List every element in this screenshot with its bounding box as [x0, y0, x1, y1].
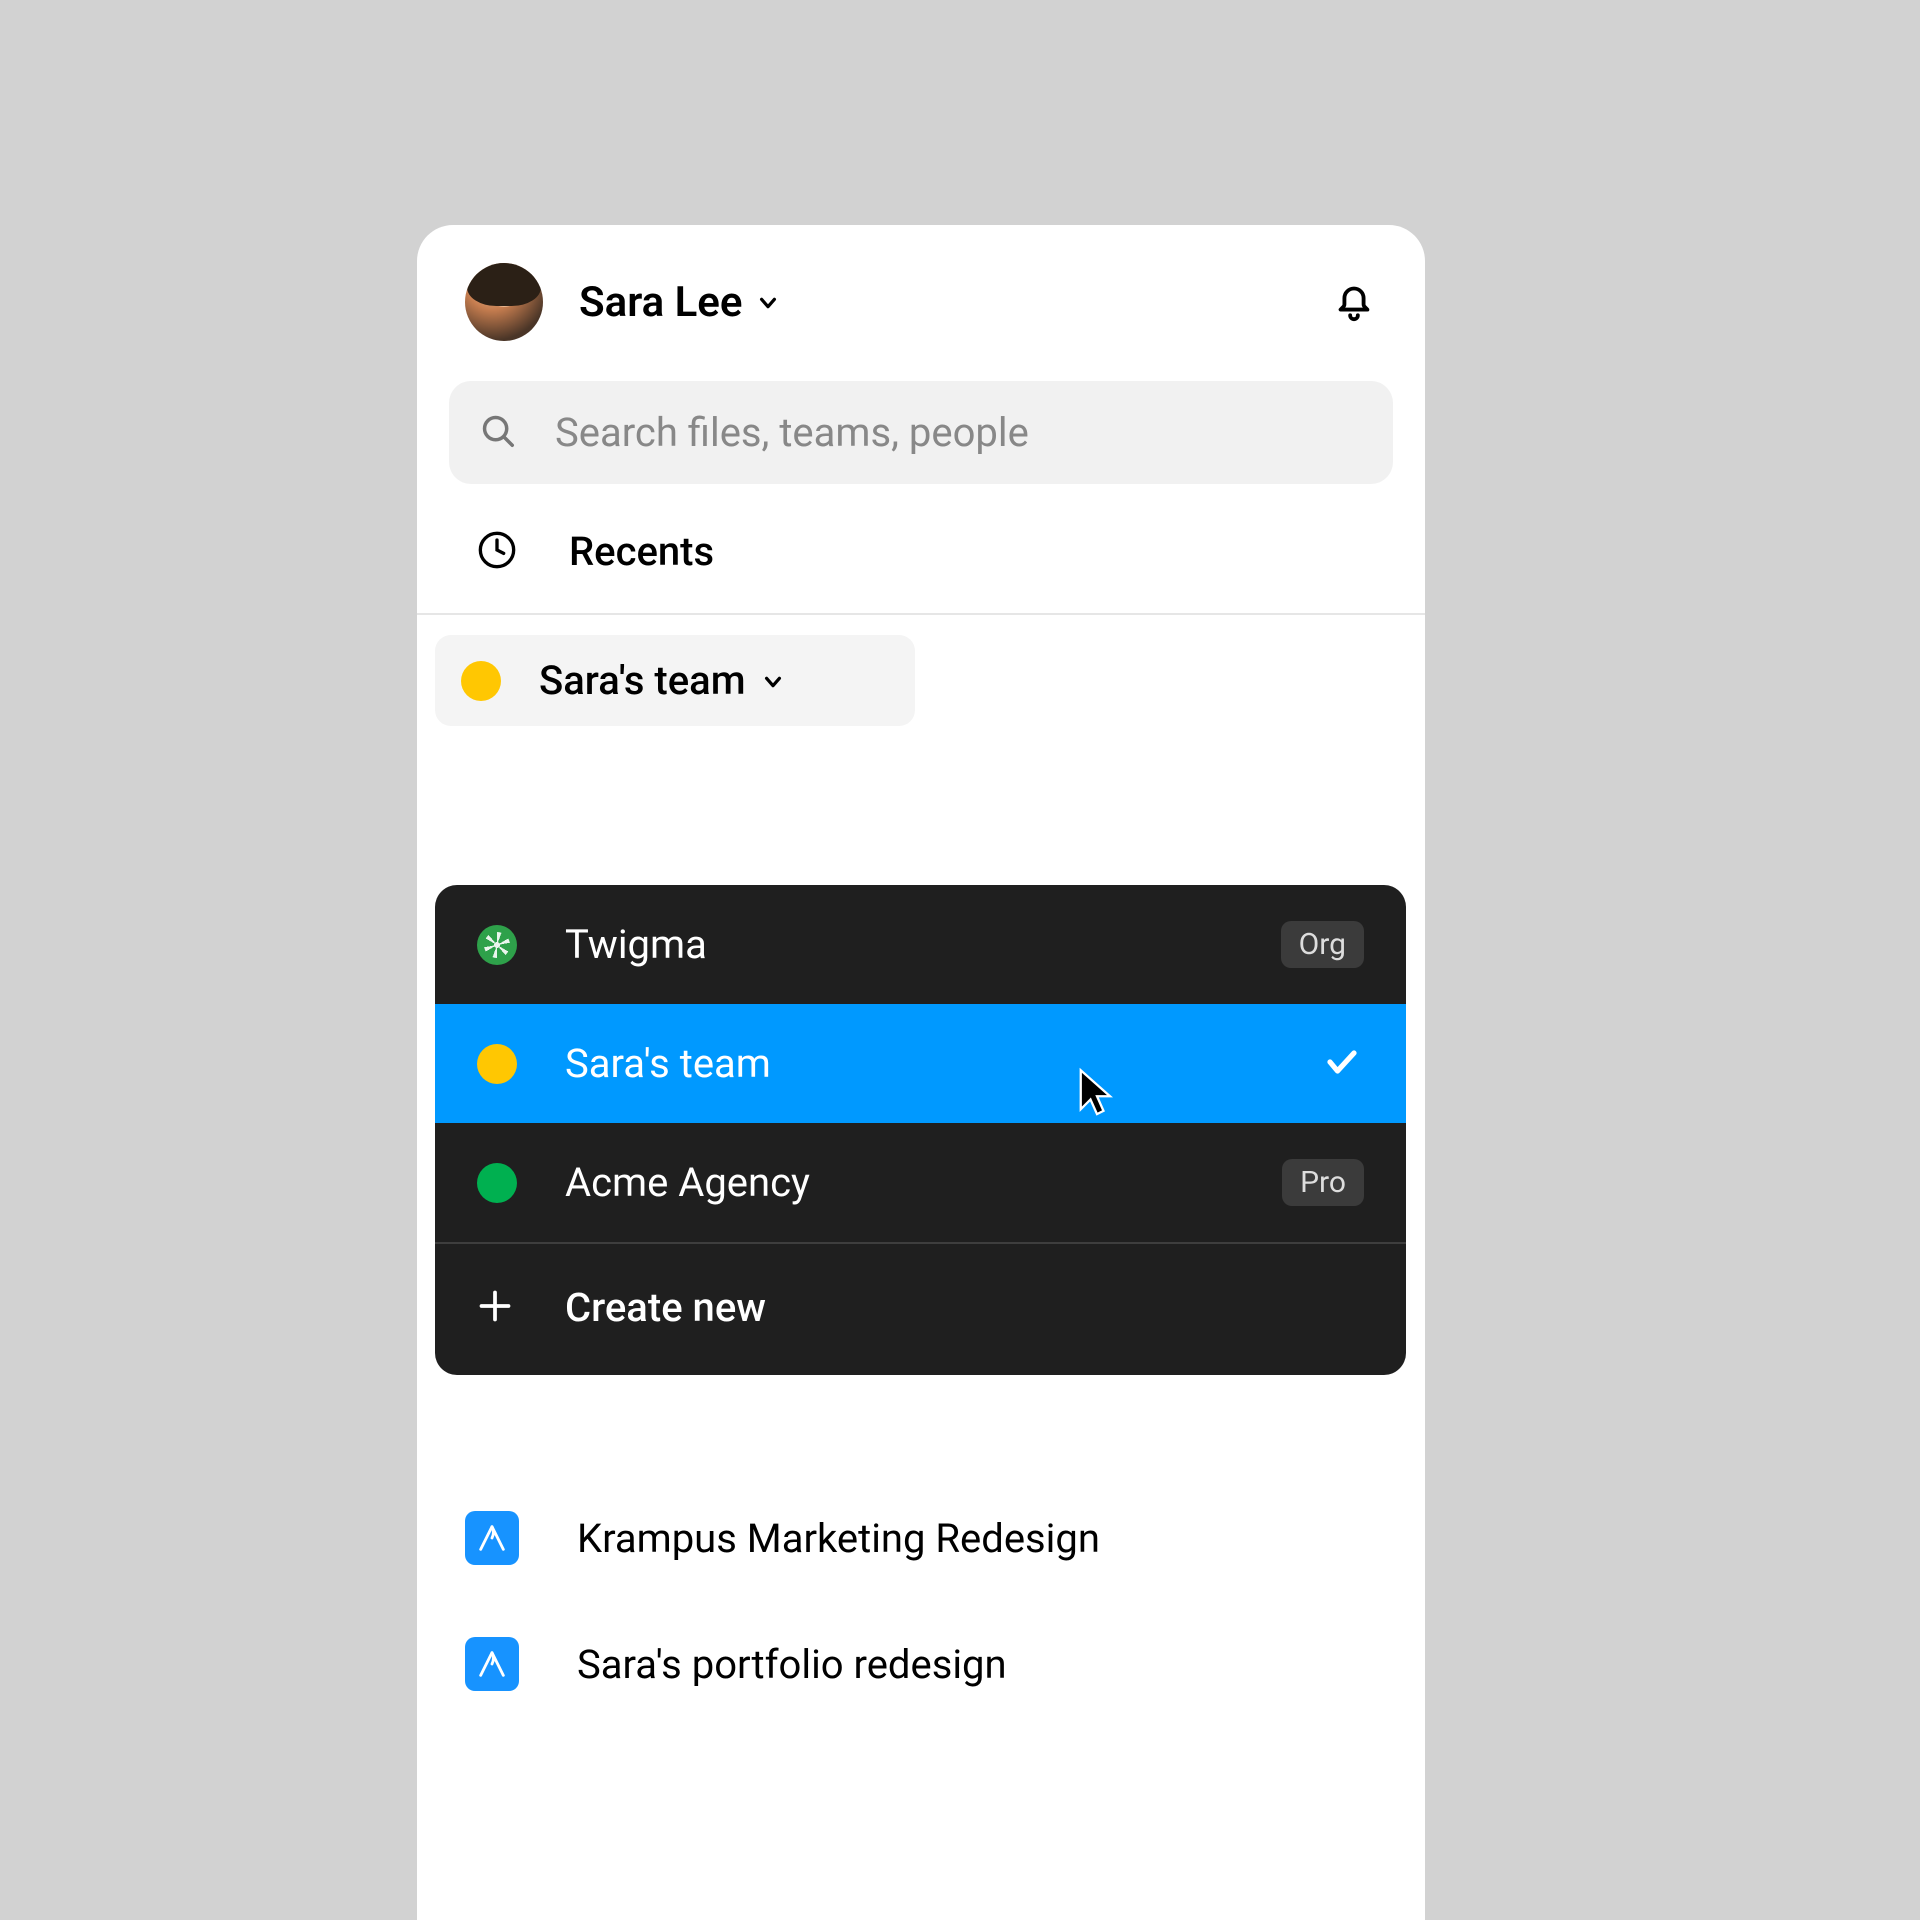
plan-badge: Pro: [1282, 1159, 1364, 1206]
divider: [417, 613, 1425, 615]
file-label: Krampus Marketing Redesign: [577, 1515, 1100, 1562]
search-bar[interactable]: [449, 381, 1393, 484]
recents-label: Recents: [569, 528, 714, 575]
team-color-dot: [477, 1044, 517, 1084]
team-selector[interactable]: Sara's team: [435, 635, 915, 726]
search-input[interactable]: [555, 409, 1363, 456]
team-option-label: Sara's team: [565, 1040, 1324, 1087]
create-new-team[interactable]: Create new: [435, 1244, 1406, 1375]
team-option-label: Twigma: [565, 921, 1281, 968]
create-new-label: Create new: [565, 1284, 766, 1331]
team-option-label: Acme Agency: [565, 1159, 1282, 1206]
notifications-bell-icon[interactable]: [1331, 277, 1377, 327]
nav-recents[interactable]: Recents: [417, 484, 1425, 613]
user-avatar[interactable]: [465, 263, 543, 341]
search-icon: [479, 412, 517, 454]
sidebar-panel: Sara Lee Recents Sara's team: [417, 225, 1425, 1920]
design-file-icon: [465, 1637, 519, 1691]
team-color-dot: [477, 1163, 517, 1203]
team-color-dot: [461, 661, 501, 701]
file-item[interactable]: Krampus Marketing Redesign: [465, 1511, 1100, 1565]
chevron-down-icon[interactable]: [743, 286, 779, 318]
file-item[interactable]: Sara's portfolio redesign: [465, 1637, 1007, 1691]
design-file-icon: [465, 1511, 519, 1565]
chevron-down-icon: [746, 665, 784, 697]
file-label: Sara's portfolio redesign: [577, 1641, 1007, 1688]
plus-icon: [477, 1288, 513, 1328]
team-dropdown: Twigma Org Sara's team Acme Agency Pro C…: [435, 885, 1406, 1375]
team-icon-twigma: [477, 925, 517, 965]
team-option-acme-agency[interactable]: Acme Agency Pro: [435, 1123, 1406, 1242]
clock-icon: [477, 530, 517, 574]
check-icon: [1324, 1044, 1364, 1084]
team-selector-label: Sara's team: [539, 657, 746, 704]
team-option-saras-team[interactable]: Sara's team: [435, 1004, 1406, 1123]
team-option-twigma[interactable]: Twigma Org: [435, 885, 1406, 1004]
plan-badge: Org: [1281, 921, 1364, 968]
user-name[interactable]: Sara Lee: [579, 278, 743, 327]
header-row: Sara Lee: [417, 225, 1425, 361]
